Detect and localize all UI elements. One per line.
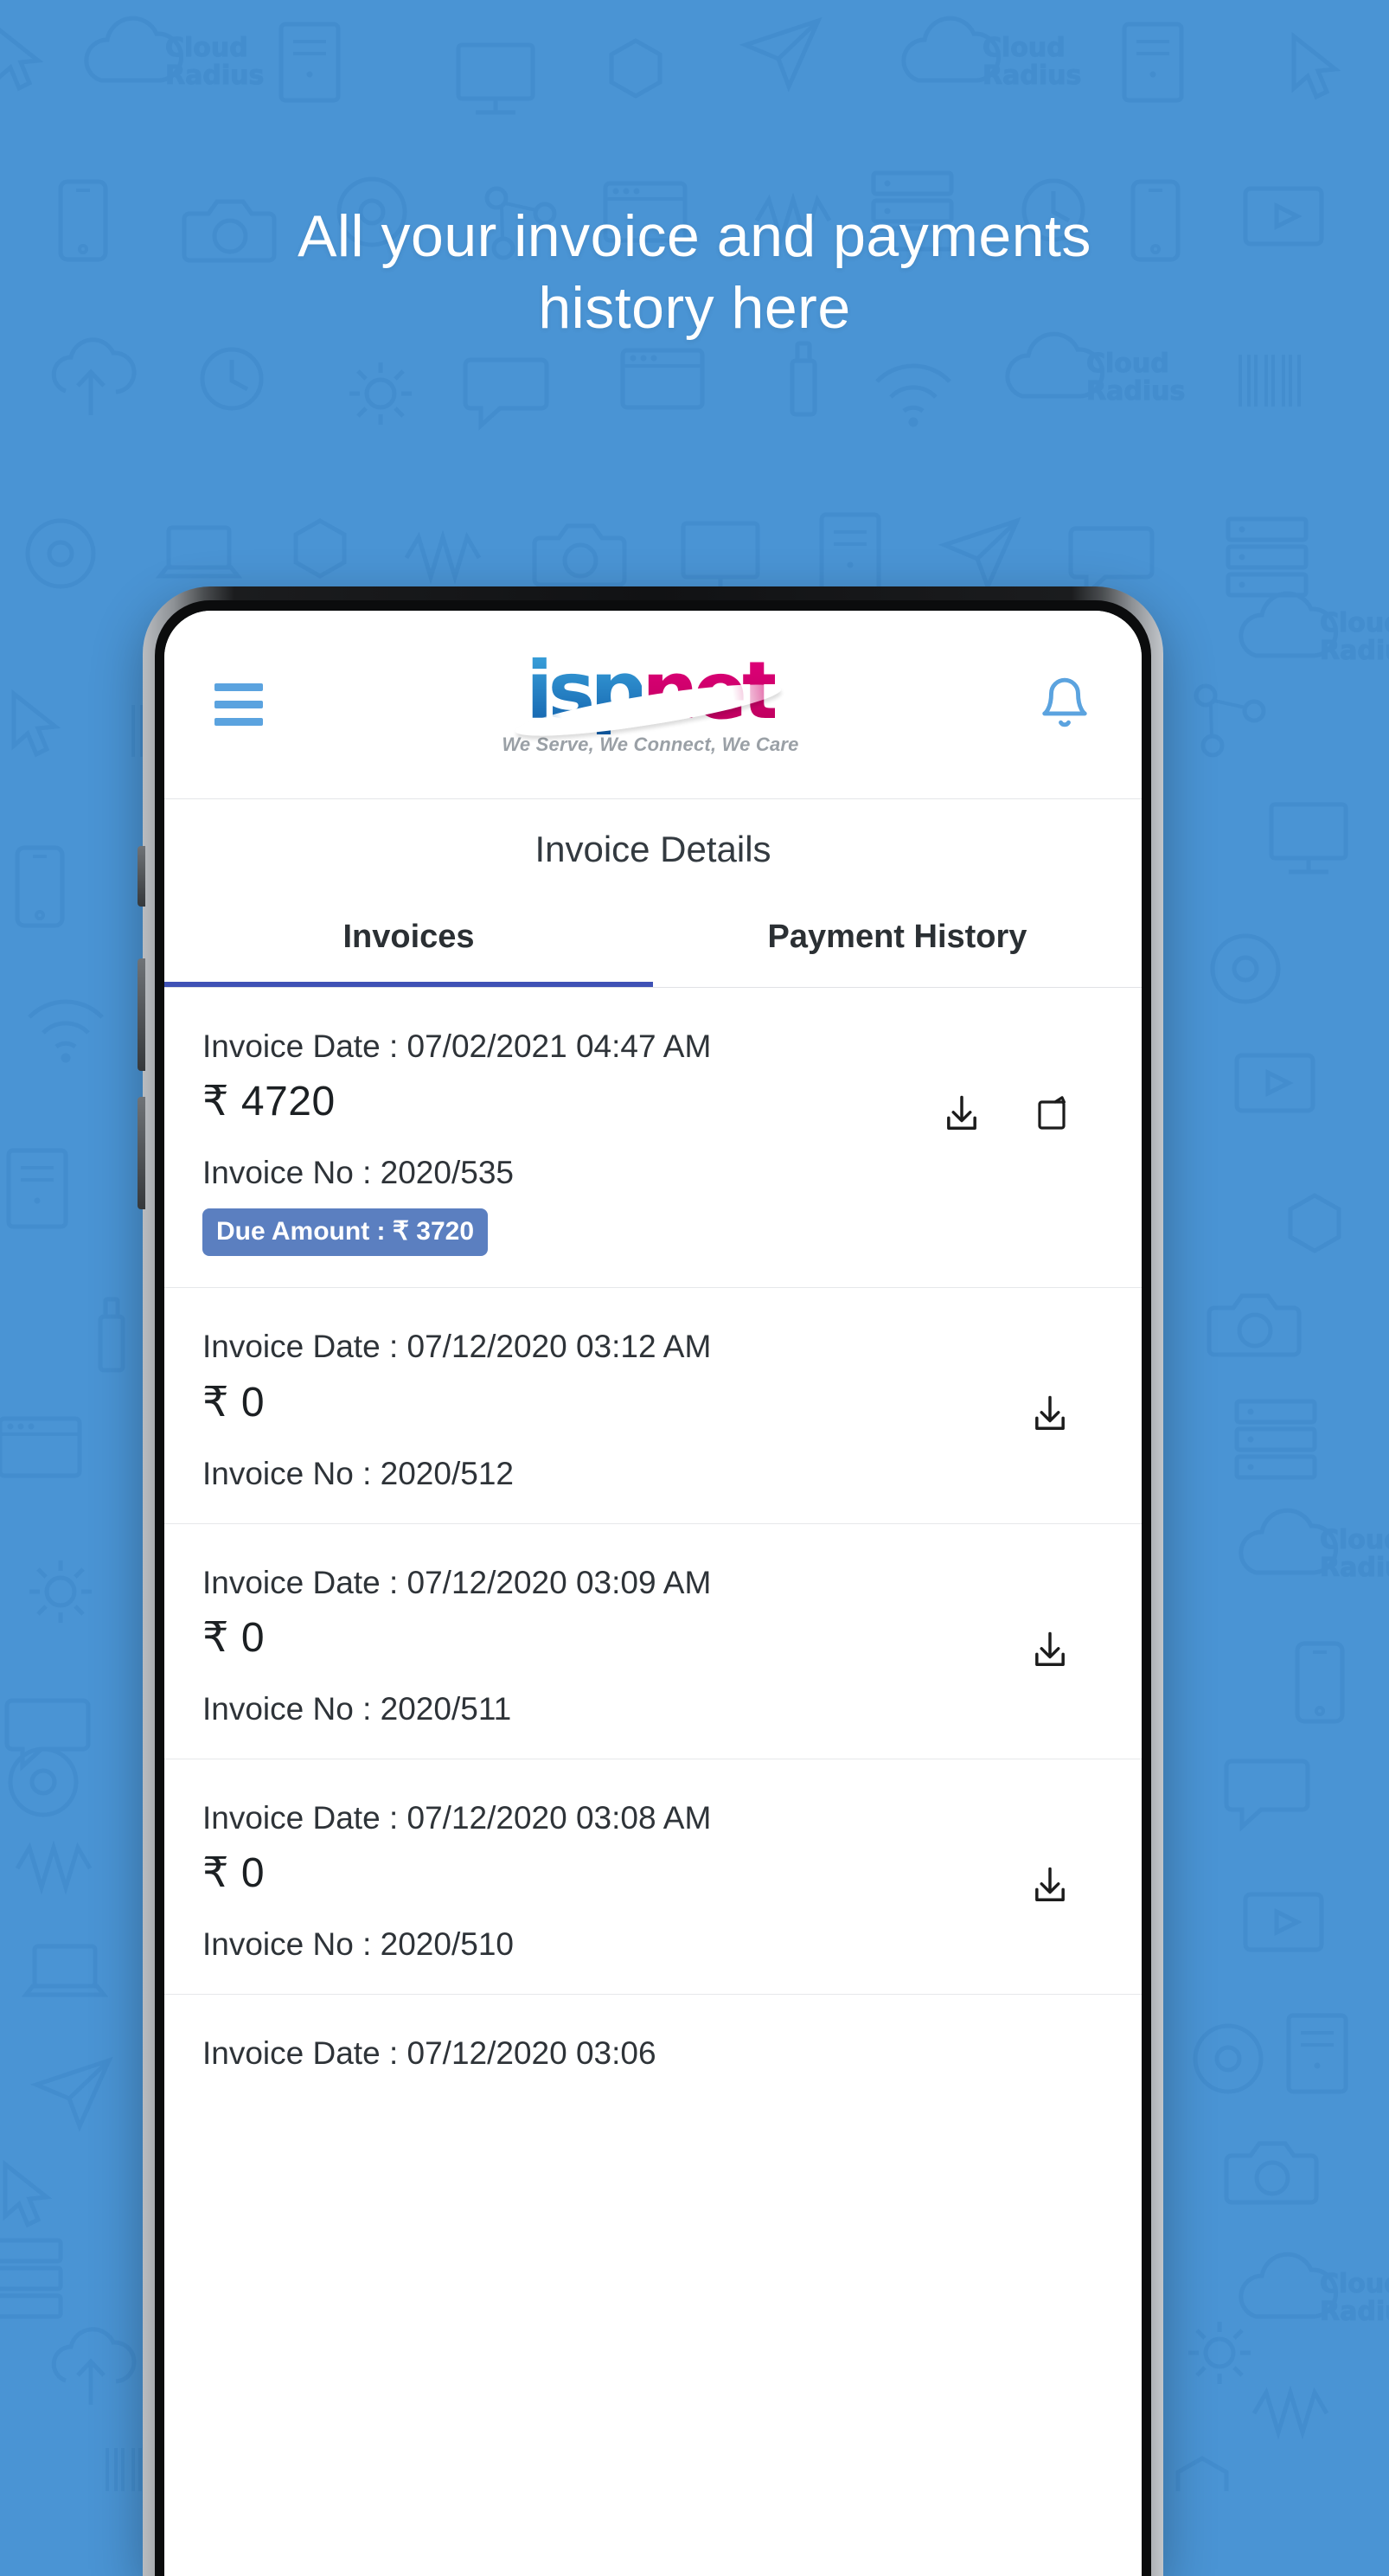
phone-side-button-mute	[138, 846, 145, 907]
invoice-info: Invoice Date : 07/02/2021 04:47 AM ₹ 472…	[202, 1026, 939, 1257]
download-icon[interactable]	[939, 1092, 984, 1137]
invoice-card[interactable]: Invoice Date : 07/02/2021 04:47 AM ₹ 472…	[164, 988, 1142, 1289]
invoice-actions	[1027, 1797, 1104, 1908]
logo-text-primary: isp	[525, 644, 647, 737]
invoice-info: Invoice Date : 07/12/2020 03:12 AM ₹ 0 I…	[202, 1326, 1027, 1491]
pay-card-icon[interactable]	[1031, 1092, 1072, 1137]
invoice-number: Invoice No : 2020/510	[202, 1926, 514, 1963]
invoice-date: Invoice Date : 07/12/2020 03:09 AM	[202, 1564, 712, 1600]
invoice-amount: ₹ 0	[202, 1615, 266, 1662]
invoice-date: Invoice Date : 07/12/2020 03:08 AM	[202, 1800, 712, 1836]
promo-headline: All your invoice and payments history he…	[0, 201, 1389, 344]
invoice-date: Invoice Date : 07/12/2020 03:06	[202, 2035, 656, 2072]
invoice-info: Invoice Date : 07/12/2020 03:08 AM ₹ 0 I…	[202, 1797, 1027, 1963]
hamburger-bar-2	[214, 701, 263, 708]
invoice-number: Invoice No : 2020/512	[202, 1455, 514, 1491]
invoice-date: Invoice Date : 07/12/2020 03:12 AM	[202, 1329, 712, 1365]
invoice-info: Invoice Date : 07/12/2020 03:06	[202, 2033, 1104, 2073]
bell-icon[interactable]	[1038, 675, 1091, 734]
tab-invoices[interactable]: Invoices	[164, 896, 653, 987]
tab-bar: Invoices Payment History	[164, 896, 1142, 988]
phone-side-button-volume-up	[138, 958, 145, 1071]
invoice-info: Invoice Date : 07/12/2020 03:09 AM ₹ 0 I…	[202, 1562, 1027, 1727]
invoice-actions	[939, 1026, 1104, 1137]
page-title: Invoice Details	[534, 829, 771, 869]
invoice-actions	[1027, 1326, 1104, 1437]
invoice-actions	[1027, 1562, 1104, 1673]
app-header: ispnet We Serve, We Connect, We Care	[164, 611, 1142, 799]
tab-payment-history[interactable]: Payment History	[653, 896, 1142, 987]
phone-side-button-volume-down	[138, 1097, 145, 1209]
hamburger-bar-1	[214, 683, 263, 691]
logo-text-secondary: net	[642, 644, 780, 737]
download-icon[interactable]	[1027, 1863, 1072, 1908]
phone-bezel: ispnet We Serve, We Connect, We Care Inv…	[155, 600, 1151, 2576]
invoice-number: Invoice No : 2020/511	[202, 1691, 512, 1727]
promo-headline-line-2: history here	[538, 274, 851, 341]
logo-wordmark: ispnet	[513, 650, 784, 746]
download-icon[interactable]	[1027, 1392, 1072, 1437]
phone-screen: ispnet We Serve, We Connect, We Care Inv…	[164, 611, 1142, 2576]
invoice-list[interactable]: Invoice Date : 07/02/2021 04:47 AM ₹ 472…	[164, 988, 1142, 2074]
phone-mockup: ispnet We Serve, We Connect, We Care Inv…	[138, 586, 1163, 2576]
hamburger-bar-3	[214, 718, 263, 726]
due-amount-badge: Due Amount : ₹ 3720	[202, 1208, 489, 1257]
invoice-card[interactable]: Invoice Date : 07/12/2020 03:12 AM ₹ 0 I…	[164, 1288, 1142, 1524]
logo-tagline: We Serve, We Connect, We Care	[502, 734, 799, 756]
promo-headline-line-1: All your invoice and payments	[298, 203, 1091, 269]
invoice-card[interactable]: Invoice Date : 07/12/2020 03:09 AM ₹ 0 I…	[164, 1524, 1142, 1760]
invoice-date: Invoice Date : 07/02/2021 04:47 AM	[202, 1028, 712, 1064]
invoice-amount: ₹ 0	[202, 1850, 266, 1897]
download-icon[interactable]	[1027, 1628, 1072, 1673]
invoice-card[interactable]: Invoice Date : 07/12/2020 03:06	[164, 1995, 1142, 2073]
invoice-card[interactable]: Invoice Date : 07/12/2020 03:08 AM ₹ 0 I…	[164, 1759, 1142, 1996]
invoice-amount: ₹ 4720	[202, 1079, 336, 1125]
invoice-amount: ₹ 0	[202, 1379, 266, 1426]
brand-logo: ispnet We Serve, We Connect, We Care	[502, 650, 799, 756]
invoice-number: Invoice No : 2020/535	[202, 1155, 514, 1191]
hamburger-menu-icon[interactable]	[214, 683, 263, 726]
